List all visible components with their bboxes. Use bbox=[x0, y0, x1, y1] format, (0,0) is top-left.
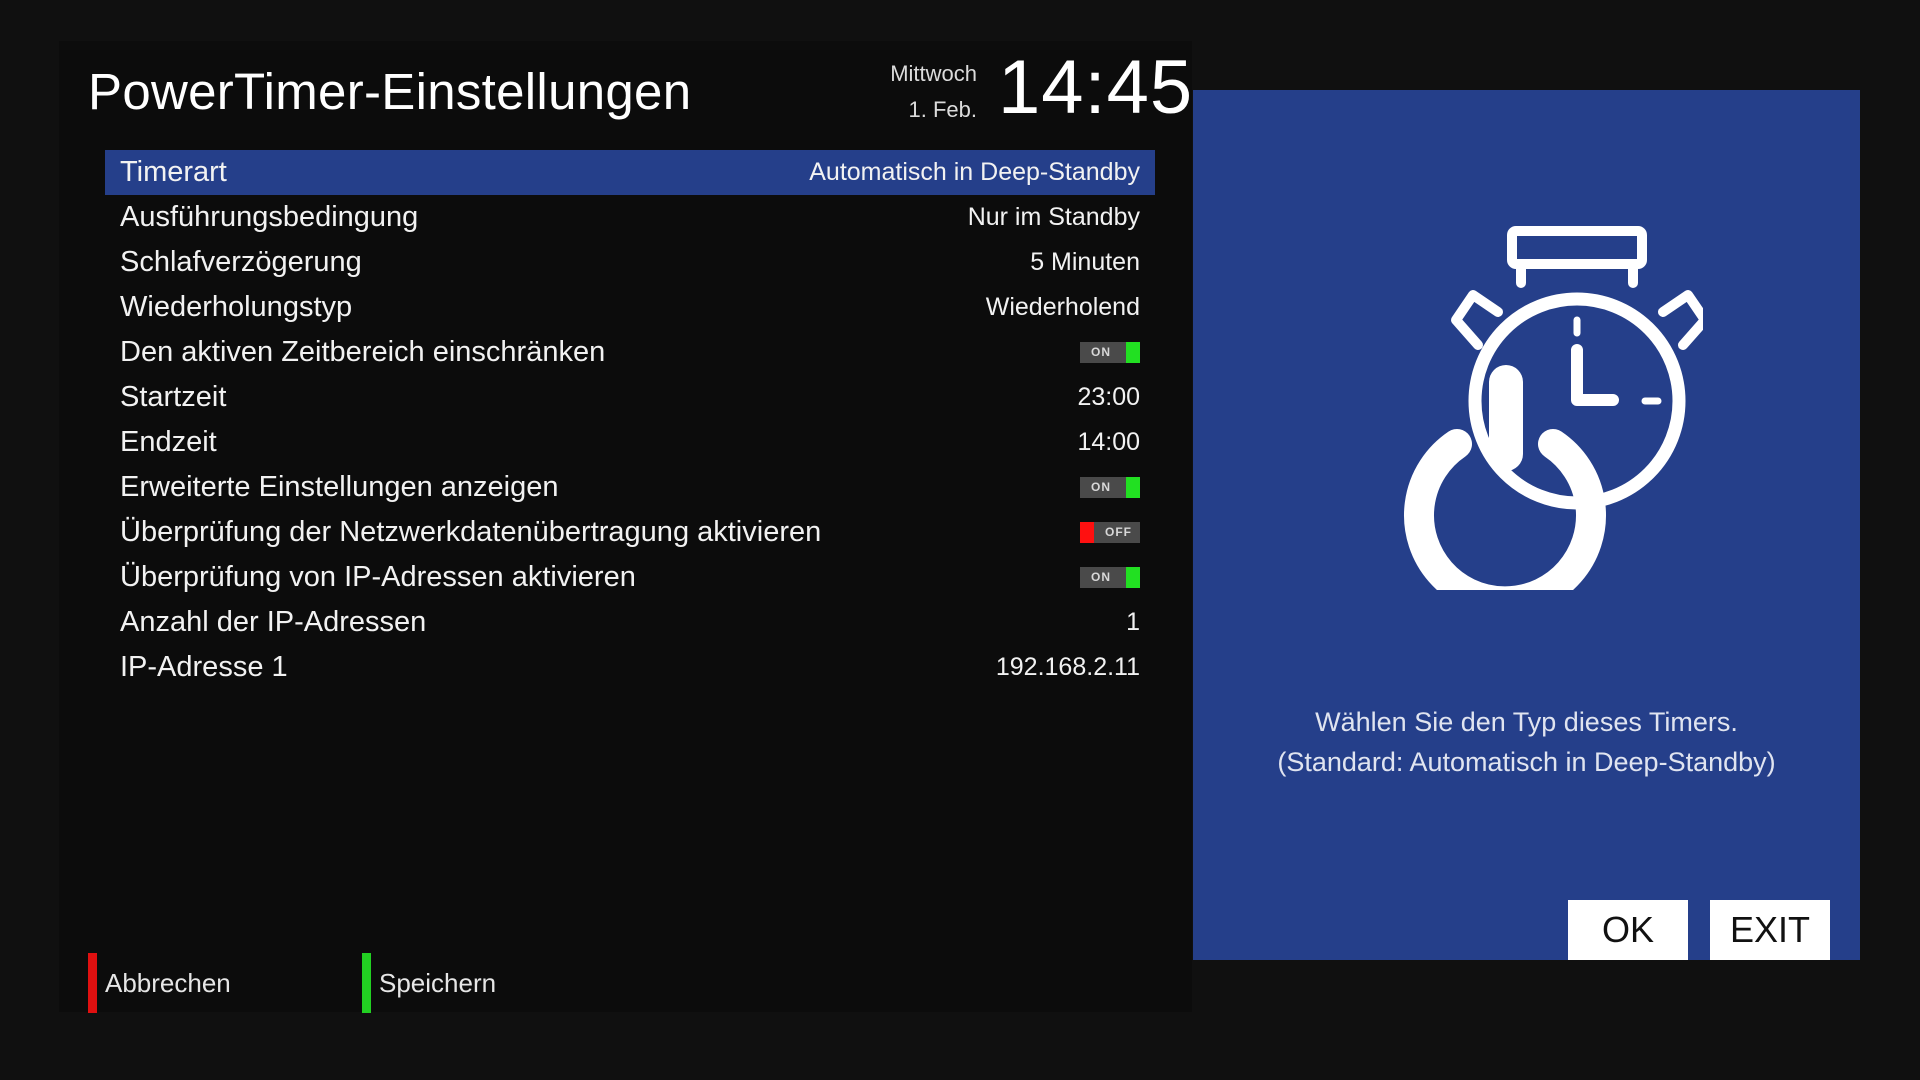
ok-button[interactable]: OK bbox=[1568, 900, 1688, 960]
save-label: Speichern bbox=[379, 967, 497, 998]
red-key-indicator bbox=[88, 953, 97, 1013]
clock: 14:45 bbox=[998, 45, 1194, 130]
setting-row-ip-adresse-1[interactable]: IP-Adresse 1 192.168.2.11 bbox=[105, 645, 1155, 690]
setting-row-anzahl-ip[interactable]: Anzahl der IP-Adressen 1 bbox=[105, 600, 1155, 645]
setting-label: Timerart bbox=[120, 156, 227, 188]
toggle-switch[interactable]: ON bbox=[1080, 477, 1140, 498]
setting-row-startzeit[interactable]: Startzeit 23:00 bbox=[105, 375, 1155, 420]
help-text: Wählen Sie den Typ dieses Timers. (Stand… bbox=[1193, 702, 1860, 782]
setting-value: 5 Minuten bbox=[1030, 248, 1140, 276]
setting-row-ausfuehrungsbedingung[interactable]: Ausführungsbedingung Nur im Standby bbox=[105, 195, 1155, 240]
setting-value: Automatisch in Deep-Standby bbox=[809, 158, 1140, 186]
setting-row-schlafverzoegerung[interactable]: Schlafverzögerung 5 Minuten bbox=[105, 240, 1155, 285]
setting-value: 14:00 bbox=[1077, 428, 1140, 456]
help-panel: Wählen Sie den Typ dieses Timers. (Stand… bbox=[1193, 90, 1860, 960]
setting-label: Wiederholungstyp bbox=[120, 291, 353, 323]
setting-row-wiederholungstyp[interactable]: Wiederholungstyp Wiederholend bbox=[105, 285, 1155, 330]
toggle-state: OFF bbox=[1105, 525, 1132, 539]
setting-value: Nur im Standby bbox=[967, 203, 1140, 231]
exit-button[interactable]: EXIT bbox=[1710, 900, 1830, 960]
setting-row-zeitbereich[interactable]: Den aktiven Zeitbereich einschränken ON bbox=[105, 330, 1155, 375]
setting-label: IP-Adresse 1 bbox=[120, 651, 288, 683]
help-line-1: Wählen Sie den Typ dieses Timers. bbox=[1315, 707, 1738, 737]
setting-row-endzeit[interactable]: Endzeit 14:00 bbox=[105, 420, 1155, 465]
setting-value: 1 bbox=[1126, 608, 1140, 636]
cancel-button[interactable]: Abbrechen bbox=[88, 953, 231, 1013]
setting-label: Ausführungsbedingung bbox=[120, 201, 419, 233]
toggle-state: ON bbox=[1091, 345, 1111, 359]
setting-value: Wiederholend bbox=[985, 293, 1140, 321]
setting-row-netzwerkdaten[interactable]: Überprüfung der Netzwerkdatenübertragung… bbox=[105, 510, 1155, 555]
toggle-knob bbox=[1126, 567, 1140, 588]
setting-label: Startzeit bbox=[120, 381, 227, 413]
toggle-knob bbox=[1080, 522, 1094, 543]
setting-value: 192.168.2.11 bbox=[995, 653, 1140, 681]
setting-label: Den aktiven Zeitbereich einschränken bbox=[120, 336, 606, 368]
settings-list: Timerart Automatisch in Deep-Standby Aus… bbox=[105, 150, 1155, 690]
toggle-switch[interactable]: ON bbox=[1080, 342, 1140, 363]
help-line-2: (Standard: Automatisch in Deep-Standby) bbox=[1277, 747, 1776, 777]
toggle-knob bbox=[1126, 342, 1140, 363]
toggle-switch[interactable]: OFF bbox=[1080, 522, 1140, 543]
setting-label: Erweiterte Einstellungen anzeigen bbox=[120, 471, 559, 503]
green-key-indicator bbox=[362, 953, 371, 1013]
setting-row-ip-pruefung[interactable]: Überprüfung von IP-Adressen aktivieren O… bbox=[105, 555, 1155, 600]
toggle-state: ON bbox=[1091, 570, 1111, 584]
setting-value: 23:00 bbox=[1077, 383, 1140, 411]
date-label: 1. Feb. bbox=[908, 97, 977, 122]
setting-label: Endzeit bbox=[120, 426, 217, 458]
setting-label: Überprüfung von IP-Adressen aktivieren bbox=[120, 561, 636, 593]
toggle-knob bbox=[1126, 477, 1140, 498]
page-title: PowerTimer-Einstellungen bbox=[88, 63, 692, 120]
setting-label: Überprüfung der Netzwerkdatenübertragung… bbox=[120, 516, 822, 548]
toggle-state: ON bbox=[1091, 480, 1111, 494]
setting-row-timerart[interactable]: Timerart Automatisch in Deep-Standby bbox=[105, 150, 1155, 195]
date-display: Mittwoch 1. Feb. bbox=[890, 56, 977, 128]
setting-label: Anzahl der IP-Adressen bbox=[120, 606, 427, 638]
toggle-switch[interactable]: ON bbox=[1080, 567, 1140, 588]
setting-row-erweiterte-einstellungen[interactable]: Erweiterte Einstellungen anzeigen ON bbox=[105, 465, 1155, 510]
cancel-label: Abbrechen bbox=[105, 967, 231, 998]
save-button[interactable]: Speichern bbox=[362, 953, 496, 1013]
weekday-label: Mittwoch bbox=[890, 61, 977, 86]
setting-label: Schlafverzögerung bbox=[120, 246, 362, 278]
power-timer-icon bbox=[1404, 226, 1703, 590]
